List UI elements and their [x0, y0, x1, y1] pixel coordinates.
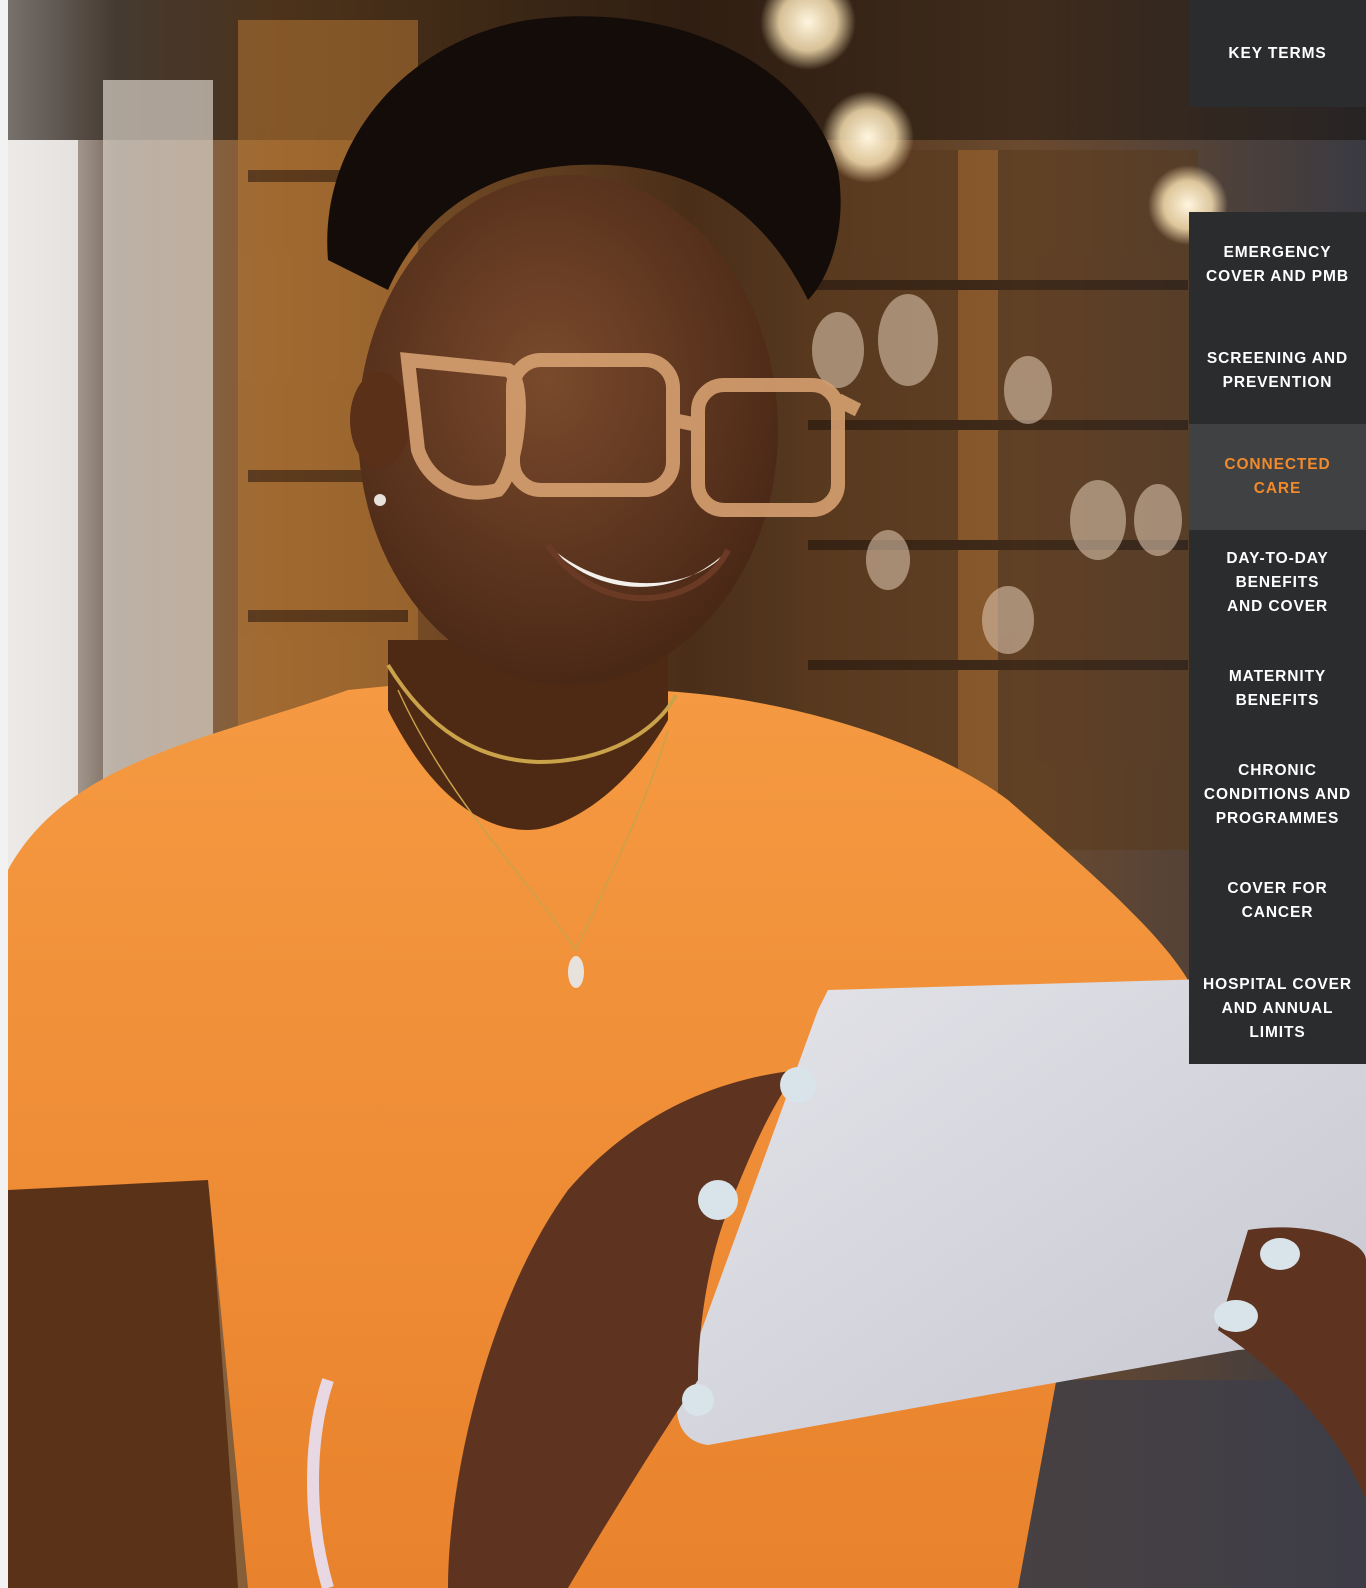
nav-item-maternity-benefits[interactable]: MATERNITY BENEFITS: [1189, 636, 1366, 742]
nav-item-chronic-conditions-and-programmes[interactable]: CHRONIC CONDITIONS AND PROGRAMMES: [1189, 742, 1366, 848]
nav-item-day-to-day-benefits-and-cover[interactable]: DAY-TO-DAY BENEFITS AND COVER: [1189, 530, 1366, 636]
nav-item-label: EMERGENCY COVER AND PMB: [1206, 244, 1349, 285]
nav-item-screening-and-prevention[interactable]: SCREENING AND PREVENTION: [1189, 318, 1366, 424]
page: KEY TERMS EMERGENCY COVER AND PMB SCREEN…: [0, 0, 1366, 1588]
side-navigation: EMERGENCY COVER AND PMB SCREENING AND PR…: [1189, 212, 1366, 1064]
nav-item-label: HOSPITAL COVER AND ANNUAL LIMITS: [1203, 976, 1352, 1041]
nav-item-connected-care[interactable]: CONNECTED CARE: [1189, 424, 1366, 530]
hero-photo: [8, 0, 1366, 1588]
left-edge-strip: [0, 0, 8, 1588]
nav-item-label: SCREENING AND PREVENTION: [1206, 350, 1349, 391]
nav-item-hospital-cover-and-annual-limits[interactable]: HOSPITAL COVER AND ANNUAL LIMITS: [1189, 954, 1366, 1064]
nav-item-label: CHRONIC CONDITIONS AND PROGRAMMES: [1203, 762, 1352, 827]
key-terms-button[interactable]: KEY TERMS: [1189, 0, 1366, 107]
key-terms-label: KEY TERMS: [1228, 44, 1327, 62]
nav-item-cover-for-cancer[interactable]: COVER FOR CANCER: [1189, 848, 1366, 954]
nav-item-label: DAY-TO-DAY BENEFITS AND COVER: [1226, 550, 1329, 615]
nav-item-emergency-cover-and-pmb[interactable]: EMERGENCY COVER AND PMB: [1189, 212, 1366, 318]
nav-item-label: MATERNITY BENEFITS: [1228, 668, 1327, 709]
nav-item-label: COVER FOR CANCER: [1227, 880, 1328, 921]
nav-item-label: CONNECTED CARE: [1224, 456, 1331, 497]
